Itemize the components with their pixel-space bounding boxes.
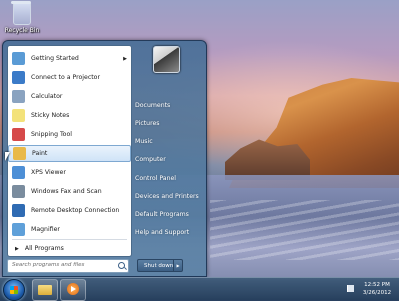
menu-item-label: Windows Fax and Scan [31, 188, 102, 195]
menu-item-xps-viewer[interactable]: XPS Viewer [8, 164, 131, 181]
right-item-label: Help and Support [135, 228, 190, 236]
magnifier-icon [12, 223, 25, 236]
menu-item-sticky-notes[interactable]: Sticky Notes [8, 107, 131, 124]
search-placeholder: Search programs and files [12, 262, 85, 268]
menu-item-getting-started[interactable]: Getting Started ▶ [8, 50, 131, 67]
user-picture[interactable] [153, 46, 180, 73]
menu-item-label: Snipping Tool [31, 131, 72, 138]
projector-icon [12, 71, 25, 84]
folder-icon [38, 285, 52, 295]
right-item-help-support[interactable]: Help and Support [135, 224, 205, 240]
menu-item-label: Connect to a Projector [31, 74, 100, 81]
shutdown-options-chevron-icon[interactable]: ▶ [173, 260, 182, 271]
places-pane: Documents Pictures Music Computer Contro… [131, 41, 206, 276]
start-menu: Getting Started ▶ Connect to a Projector… [2, 40, 207, 277]
menu-item-remote-desktop[interactable]: Remote Desktop Connection [8, 202, 131, 219]
menu-item-projector[interactable]: Connect to a Projector [8, 69, 131, 86]
scissors-icon [12, 128, 25, 141]
menu-item-snipping-tool[interactable]: Snipping Tool [8, 126, 131, 143]
right-item-computer[interactable]: Computer [135, 151, 205, 167]
mouse-pointer-icon [5, 152, 10, 161]
all-programs-label: All Programs [24, 245, 64, 252]
sticky-notes-icon [12, 109, 25, 122]
calculator-icon [12, 90, 25, 103]
menu-item-label: Calculator [31, 93, 63, 100]
submenu-arrow-icon: ▶ [123, 55, 127, 62]
shutdown-button[interactable]: Shut down ▶ [137, 259, 183, 272]
windows-logo-icon [10, 286, 18, 294]
taskbar: 12:52 PM 3/26/2012 [0, 277, 399, 301]
shutdown-label: Shut down [144, 262, 174, 269]
menu-item-label: Magnifier [31, 226, 60, 233]
right-item-label: Control Panel [135, 174, 177, 182]
right-item-label: Computer [135, 155, 166, 163]
menu-item-magnifier[interactable]: Magnifier [8, 221, 131, 238]
all-programs[interactable]: ▶ All Programs [8, 240, 131, 257]
all-programs-arrow-icon: ▶ [15, 245, 19, 252]
taskbar-media-player-button[interactable] [60, 279, 86, 301]
right-item-label: Devices and Printers [135, 192, 199, 200]
search-input[interactable]: Search programs and files [7, 259, 129, 273]
clock-time: 12:52 PM [364, 282, 390, 288]
right-item-label: Pictures [135, 119, 160, 127]
programs-pane: Getting Started ▶ Connect to a Projector… [7, 45, 132, 257]
menu-item-paint[interactable]: Paint [8, 145, 131, 162]
menu-item-label: Sticky Notes [31, 112, 70, 119]
menu-item-calculator[interactable]: Calculator [8, 88, 131, 105]
right-item-music[interactable]: Music [135, 133, 205, 149]
system-clock[interactable]: 12:52 PM 3/26/2012 [358, 281, 396, 297]
media-player-icon [67, 283, 79, 295]
right-item-label: Music [135, 137, 153, 145]
right-item-label: Documents [135, 101, 171, 109]
paint-icon [13, 147, 26, 160]
menu-item-label: Getting Started [31, 55, 79, 62]
menu-item-fax-scan[interactable]: Windows Fax and Scan [8, 183, 131, 200]
right-item-devices-printers[interactable]: Devices and Printers [135, 188, 205, 204]
right-item-control-panel[interactable]: Control Panel [135, 170, 205, 186]
right-item-pictures[interactable]: Pictures [135, 115, 205, 131]
recycle-bin[interactable]: Recycle Bin [4, 1, 40, 34]
recycle-bin-icon [11, 1, 31, 25]
right-item-documents[interactable]: Documents [135, 97, 205, 113]
getting-started-icon [12, 52, 25, 65]
menu-item-label: XPS Viewer [31, 169, 66, 176]
right-item-label: Default Programs [135, 210, 189, 218]
xps-viewer-icon [12, 166, 25, 179]
fax-scan-icon [12, 185, 25, 198]
search-icon[interactable] [118, 262, 125, 269]
clock-date: 3/26/2012 [362, 290, 392, 296]
right-item-default-programs[interactable]: Default Programs [135, 206, 205, 222]
wallpaper-foam [210, 200, 399, 260]
menu-item-label: Paint [32, 150, 48, 157]
remote-desktop-icon [12, 204, 25, 217]
action-center-flag-icon[interactable] [347, 285, 354, 292]
menu-item-label: Remote Desktop Connection [31, 207, 120, 214]
recycle-bin-label: Recycle Bin [4, 27, 40, 34]
start-button[interactable] [3, 279, 25, 301]
taskbar-explorer-button[interactable] [32, 279, 58, 301]
